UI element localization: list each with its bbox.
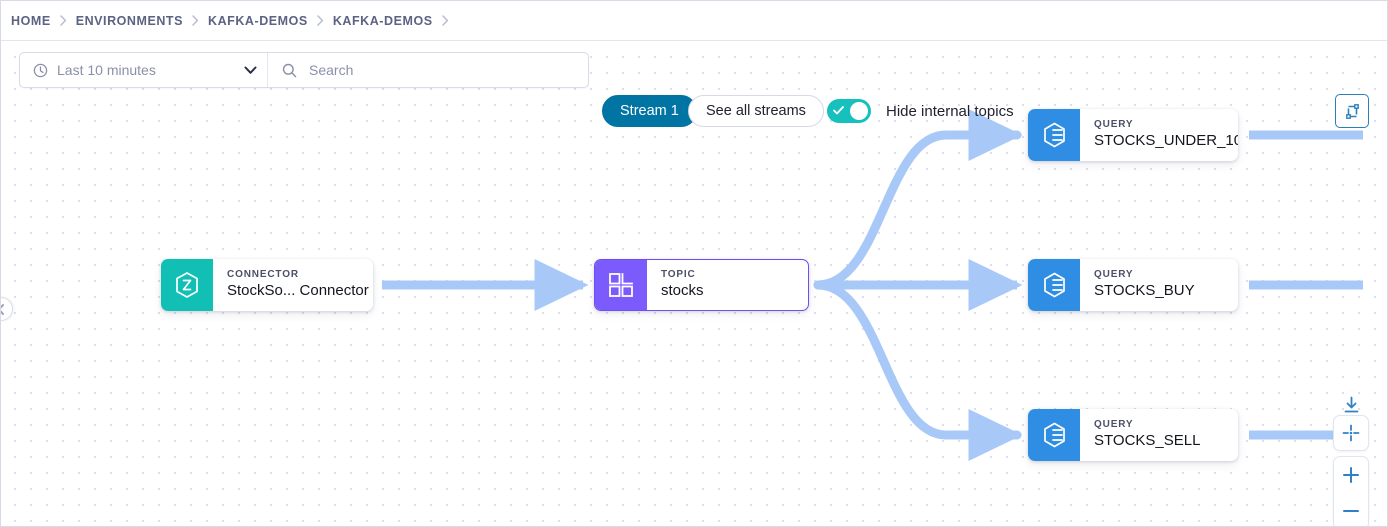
node-kind-label: QUERY bbox=[1094, 118, 1220, 131]
download-icon bbox=[1343, 396, 1360, 414]
hide-internal-topics-group: Hide internal topics bbox=[827, 97, 1014, 125]
breadcrumb-item-kafka-demos-env[interactable]: KAFKA-DEMOS bbox=[208, 14, 308, 28]
node-name-label: STOCKS_UNDER_100 bbox=[1094, 131, 1220, 151]
chevron-right-icon bbox=[60, 15, 67, 26]
node-text: QUERY STOCKS_SELL bbox=[1080, 409, 1218, 461]
node-text: CONNECTOR StockSo... Connector bbox=[213, 259, 373, 311]
ksql-query-icon bbox=[1028, 409, 1080, 461]
breadcrumb-item-kafka-demos-cluster[interactable]: KAFKA-DEMOS bbox=[333, 14, 433, 28]
hide-internal-topics-toggle[interactable] bbox=[827, 99, 871, 123]
ksql-query-icon bbox=[1028, 109, 1080, 161]
zoom-out-button[interactable] bbox=[1334, 493, 1368, 526]
plus-icon bbox=[1342, 466, 1360, 484]
toggle-knob bbox=[850, 102, 868, 120]
node-name-label: STOCKS_SELL bbox=[1094, 431, 1200, 451]
chevron-right-icon bbox=[317, 15, 324, 26]
breadcrumb-item-environments[interactable]: ENVIRONMENTS bbox=[76, 14, 183, 28]
lineage-node-topic[interactable]: TOPIC stocks bbox=[594, 259, 809, 311]
lineage-node-query-stocks-buy[interactable]: QUERY STOCKS_BUY bbox=[1028, 259, 1238, 311]
zoom-controls bbox=[1333, 456, 1369, 526]
fit-to-screen-button[interactable] bbox=[1333, 415, 1369, 451]
see-all-streams-button[interactable]: See all streams bbox=[688, 95, 824, 127]
node-text: TOPIC stocks bbox=[647, 260, 722, 310]
check-icon bbox=[833, 105, 844, 116]
ksql-query-icon bbox=[1028, 259, 1080, 311]
connector-hexagon-icon bbox=[161, 259, 213, 311]
node-kind-label: QUERY bbox=[1094, 418, 1200, 431]
lineage-node-query-stocks-under-100[interactable]: QUERY STOCKS_UNDER_100 bbox=[1028, 109, 1238, 161]
search-input[interactable] bbox=[307, 53, 567, 87]
node-kind-label: TOPIC bbox=[661, 268, 704, 281]
node-text: QUERY STOCKS_UNDER_100 bbox=[1080, 109, 1238, 161]
node-name-label: STOCKS_BUY bbox=[1094, 281, 1195, 301]
search-icon bbox=[282, 63, 297, 78]
download-button[interactable] bbox=[1340, 394, 1362, 416]
search-field-wrapper[interactable] bbox=[268, 53, 588, 87]
chevron-right-icon bbox=[442, 15, 449, 26]
fit-to-screen-icon bbox=[1342, 424, 1360, 442]
node-text: QUERY STOCKS_BUY bbox=[1080, 259, 1213, 311]
node-name-label: StockSo... Connector bbox=[227, 281, 355, 301]
lineage-node-connector[interactable]: CONNECTOR StockSo... Connector bbox=[161, 259, 373, 311]
refresh-icon bbox=[1344, 103, 1361, 120]
search-bar: Last 10 minutes bbox=[19, 52, 589, 88]
breadcrumb-item-home[interactable]: HOME bbox=[11, 14, 51, 28]
chevron-right-icon bbox=[192, 15, 199, 26]
zoom-in-button[interactable] bbox=[1334, 457, 1368, 493]
stream-1-pill[interactable]: Stream 1 bbox=[602, 95, 697, 127]
data-lineage-page: HOME ENVIRONMENTS KAFKA-DEMOS KAFKA-DEMO… bbox=[0, 0, 1388, 527]
refresh-button[interactable] bbox=[1335, 94, 1369, 128]
lineage-node-query-stocks-sell[interactable]: QUERY STOCKS_SELL bbox=[1028, 409, 1238, 461]
breadcrumb: HOME ENVIRONMENTS KAFKA-DEMOS KAFKA-DEMO… bbox=[1, 1, 1387, 41]
minus-icon bbox=[1342, 502, 1360, 520]
hide-internal-topics-label: Hide internal topics bbox=[886, 103, 1014, 120]
node-name-label: stocks bbox=[661, 281, 704, 301]
chevron-down-icon bbox=[244, 66, 257, 75]
time-range-value: Last 10 minutes bbox=[57, 62, 244, 78]
node-kind-label: QUERY bbox=[1094, 268, 1195, 281]
time-range-picker[interactable]: Last 10 minutes bbox=[20, 53, 268, 87]
node-kind-label: CONNECTOR bbox=[227, 268, 355, 281]
topic-grid-icon bbox=[595, 260, 647, 310]
clock-icon bbox=[33, 63, 48, 78]
chevron-left-icon bbox=[1, 304, 5, 315]
